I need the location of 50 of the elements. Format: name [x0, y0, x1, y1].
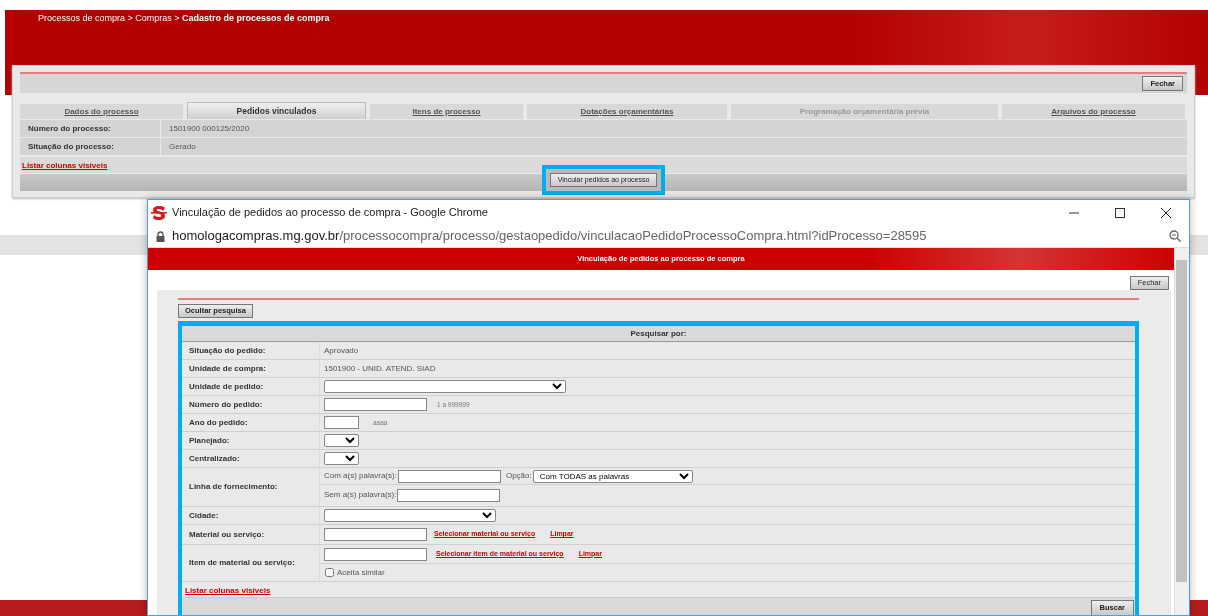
field-value: 1501900 000125/2020: [161, 120, 1187, 137]
field-label: Planejado:: [182, 432, 320, 449]
field-label: Número do processo:: [20, 120, 160, 137]
field-label: Com a(s) palavra(s):: [324, 470, 397, 482]
field-label: Unidade de compra:: [182, 360, 320, 377]
field-label: Ano do pedido:: [182, 414, 320, 431]
field-value: Gerado: [161, 138, 1187, 155]
logo-icon: [151, 204, 167, 221]
field-label: Situação do processo:: [20, 138, 160, 155]
breadcrumb: Processos de compra > Compras > Cadastro de processos de compra: [38, 12, 330, 25]
field-label: Cidade:: [182, 507, 320, 524]
checkbox[interactable]: [325, 568, 334, 577]
scrollbar[interactable]: [1174, 248, 1189, 615]
zoom-out-icon[interactable]: [1169, 230, 1181, 242]
tab[interactable]: Arquivos do processo: [1002, 104, 1185, 119]
field-label: Linha de fornecimento:: [182, 468, 320, 506]
input-field[interactable]: [324, 547, 427, 561]
tab[interactable]: Dados do processo: [20, 104, 183, 119]
dropdown[interactable]: Com TODAS as palavras: [532, 469, 693, 483]
input-field[interactable]: [397, 488, 501, 502]
field-label: Opção:: [505, 470, 532, 482]
scrollbar-thumb[interactable]: [1176, 260, 1187, 582]
tab[interactable]: Dotações orçamentárias: [527, 104, 727, 119]
field-label: Número do pedido:: [182, 396, 320, 413]
lock-icon: [156, 230, 165, 242]
list-columns-link[interactable]: Listar colunas visíveis: [22, 161, 108, 170]
field-label: Sem a(s) palavra(s):: [324, 489, 397, 501]
dropdown[interactable]: [324, 452, 359, 465]
input-field[interactable]: [324, 528, 427, 541]
search-heading: Pesquisar por:: [182, 326, 1135, 342]
input-field[interactable]: [324, 398, 427, 411]
input-field[interactable]: [397, 469, 501, 483]
url-text: homologacompras.mg.gov.br/processocompra/processo/gestaopedido/vinculacaoPedidoProcessoCompra.html?idProcesso=28595: [172, 227, 928, 246]
tab[interactable]: Itens de processo: [370, 104, 523, 119]
field-label: Unidade de pedido:: [182, 378, 320, 395]
input-field[interactable]: [324, 416, 359, 429]
list-columns-link[interactable]: Listar colunas visíveis: [185, 586, 271, 595]
field-label: Situação do pedido:: [182, 342, 320, 359]
field-label: Centralizado:: [182, 450, 320, 467]
close-icon: [1161, 207, 1171, 218]
checkbox-label: Aceita similar: [337, 566, 385, 579]
tab[interactable]: Pedidos vinculados: [187, 102, 366, 119]
dropdown[interactable]: [324, 434, 359, 447]
tab: Programação orçamentária prévia: [731, 104, 998, 119]
maximize-icon: [1115, 207, 1125, 218]
field-label: Material ou serviço:: [182, 525, 320, 544]
window-title: Vinculação de pedidos ao processo de compra - Google Chrome: [172, 205, 489, 221]
field-value: Aprovado: [324, 344, 359, 357]
field-value: 1501900 - UNID. ATEND. SIAD: [324, 362, 436, 375]
field-label: Item de material ou serviço:: [182, 545, 320, 581]
